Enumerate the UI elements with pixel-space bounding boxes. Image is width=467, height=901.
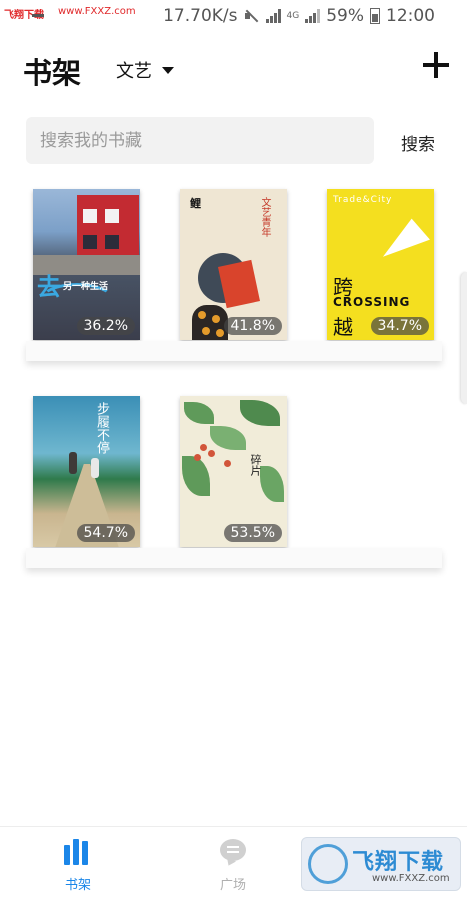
bookshelf-icon bbox=[64, 839, 92, 865]
progress-badge: 36.2% bbox=[76, 317, 135, 335]
mute-icon bbox=[244, 9, 260, 23]
nav-plaza-label: 广场 bbox=[219, 878, 246, 893]
book-cover-3[interactable]: Trade&City 跨 CROSSING 越 34.7% bbox=[327, 189, 434, 340]
progress-badge: 53.5% bbox=[223, 524, 282, 542]
paper-plane-icon bbox=[374, 215, 430, 257]
watermark-badge-url: www.FXXZ.com bbox=[372, 873, 450, 884]
nav-bookshelf-label: 书架 bbox=[64, 878, 91, 893]
cover-title: 文艺青年 bbox=[259, 197, 270, 237]
nav-bookshelf[interactable]: 书架 bbox=[38, 827, 118, 901]
search-box bbox=[26, 117, 374, 164]
battery-percent: 59% bbox=[326, 6, 364, 26]
book-cover-5[interactable]: 碎片 53.5% bbox=[180, 396, 287, 547]
cover-crossing: CROSSING bbox=[333, 295, 411, 309]
chat-bubble-icon bbox=[220, 839, 246, 861]
caret-down-icon bbox=[162, 66, 174, 74]
book-cover-4[interactable]: 步履不停 54.7% bbox=[33, 396, 140, 547]
watermark-logo-icon bbox=[308, 844, 348, 884]
book-cover-1[interactable]: 去 另一种生活 36.2% bbox=[33, 189, 140, 340]
add-icon[interactable] bbox=[423, 52, 449, 78]
cover-title-2: 越 bbox=[333, 315, 353, 339]
wifi-signal-icon bbox=[265, 9, 281, 23]
cover-logo: 鲤 bbox=[190, 197, 201, 210]
book-cover-2[interactable]: 鲤 文艺青年 41.8% bbox=[180, 189, 287, 340]
shelf-board-2 bbox=[26, 548, 442, 568]
progress-badge: 54.7% bbox=[76, 524, 135, 542]
cover-title: 碎片 bbox=[249, 454, 262, 476]
progress-badge: 34.7% bbox=[370, 317, 429, 335]
battery-icon bbox=[370, 8, 380, 24]
cover-subtitle: 另一种生活 bbox=[63, 282, 109, 292]
status-indicators: 17.70K/s 4G 59% 12:00 bbox=[163, 6, 435, 26]
cover-title: 步履不停 bbox=[94, 402, 109, 454]
edge-panel-handle[interactable] bbox=[461, 272, 467, 404]
category-dropdown[interactable]: 文艺 bbox=[116, 57, 174, 83]
search-button[interactable]: 搜索 bbox=[401, 130, 435, 155]
network-type: 4G bbox=[286, 10, 300, 21]
shelf-board-1 bbox=[26, 341, 442, 361]
watermark-url: www.FXXZ.com bbox=[58, 6, 136, 17]
watermark-badge: 飞翔下载 www.FXXZ.com bbox=[301, 837, 461, 891]
notification-icon bbox=[32, 14, 44, 17]
watermark-text: 飞翔下载 bbox=[352, 850, 445, 875]
cell-signal-icon bbox=[305, 9, 321, 23]
search-input[interactable] bbox=[26, 117, 360, 164]
clock: 12:00 bbox=[386, 6, 435, 26]
page-title: 书架 bbox=[23, 56, 82, 90]
progress-badge: 41.8% bbox=[223, 317, 282, 335]
network-speed: 17.70K/s bbox=[163, 6, 238, 26]
cover-english-title: Trade&City bbox=[333, 195, 393, 205]
nav-plaza[interactable]: 广场 bbox=[193, 827, 273, 901]
status-bar: 飞翔下载 www.FXXZ.com 17.70K/s 4G 59% 12:00 bbox=[0, 0, 467, 32]
category-label: 文艺 bbox=[116, 61, 152, 82]
cover-title: 去 bbox=[37, 273, 61, 301]
